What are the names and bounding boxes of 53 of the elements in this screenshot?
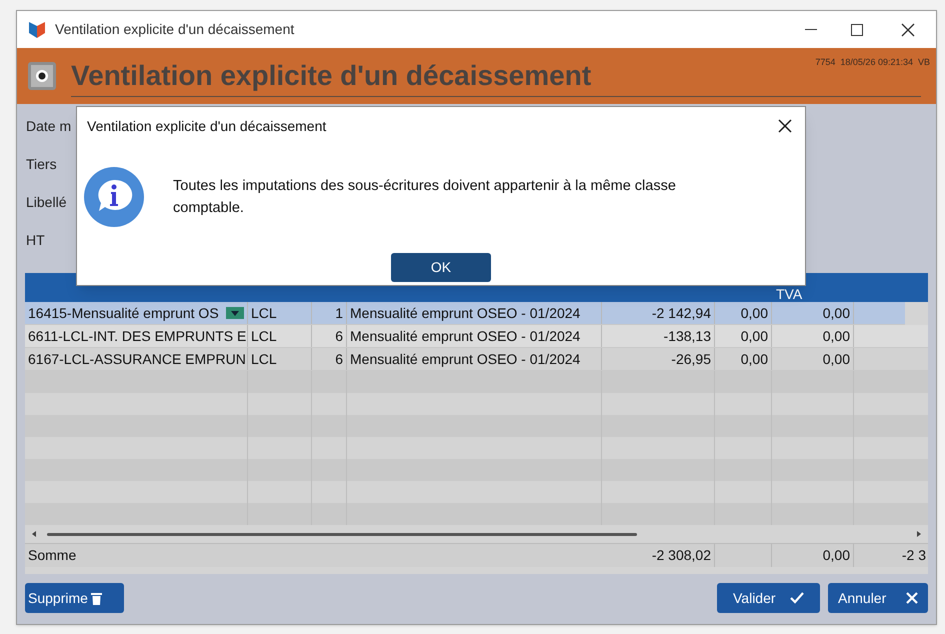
scroll-right-icon[interactable]: [916, 530, 922, 538]
field-label: Date m: [26, 117, 72, 134]
table-cell-text: LCL: [251, 304, 277, 322]
table-cell-text: -2 308,02: [652, 546, 711, 565]
table-cell-text: Mensualité emprunt OSEO - 01/2024: [350, 326, 580, 346]
table-row[interactable]: 16415-Mensualité emprunt OS LCL 1 Mensualité emprunt OSEO - 01/2024 -2 142,94 0,00 0,00: [25, 302, 905, 325]
table-cell-text: 0,00: [822, 326, 850, 346]
table-row[interactable]: 6167-LCL-ASSURANCE EMPRUN LCL 6 Mensualité emprunt OSEO - 01/2024 -26,95 0,00 0,00: [25, 348, 928, 371]
app-logo-icon: [27, 20, 47, 40]
field-label: HT: [26, 231, 45, 248]
table-cell-text: Mensualité emprunt OSEO - 01/2024: [350, 350, 580, 369]
table-cell-text: 0,00: [822, 304, 850, 322]
info-icon: [83, 166, 145, 228]
column-header: TVA: [776, 287, 802, 301]
table-cell-text: 6: [335, 350, 343, 368]
table-cell-text: -2 3: [902, 546, 926, 565]
total-label: Somme: [28, 546, 76, 565]
table-row[interactable]: 6611-LCL-INT. DES EMPRUNTS E LCL 6 Mensualité emprunt OSEO - 01/2024 -138,13 0,00 0,00: [25, 325, 928, 348]
record-info: 7754 18/05/26 09:21:34 VB: [815, 56, 930, 69]
table-cell-text: 0,00: [740, 326, 768, 346]
table-cell-text: 0,00: [822, 546, 850, 565]
dialog-message: Toutes les imputations des sous-écritures doivent appartenir à la même classe comptable.: [173, 177, 677, 218]
table-cell-text: 6167-LCL-ASSURANCE EMPRUN: [28, 350, 246, 368]
dialog-title: Ventilation explicite d'un décaissement: [87, 116, 326, 136]
validate-button[interactable]: Valider: [717, 583, 820, 613]
table-cell-text: 6: [335, 326, 343, 346]
trash-icon: [90, 592, 102, 604]
field-label: Tiers: [26, 155, 57, 172]
table-cell-text: LCL: [251, 326, 277, 346]
dropdown-caret-icon[interactable]: [226, 307, 244, 319]
table-cell-text: -2 142,94: [652, 304, 711, 322]
scroll-left-icon[interactable]: [31, 530, 37, 538]
table-cell-text: 16415-Mensualité emprunt OS: [28, 304, 219, 323]
table-cell-text: Mensualité emprunt OSEO - 01/2024: [350, 304, 580, 323]
table-cell-text: 0,00: [822, 350, 850, 368]
check-icon: [790, 592, 804, 604]
close-icon: [901, 22, 915, 36]
table-cell-text: 0,00: [740, 304, 768, 322]
table-cell-text: LCL: [251, 350, 277, 368]
maximize-icon: [850, 22, 864, 36]
cancel-button[interactable]: Annuler: [828, 583, 928, 613]
close-icon: [906, 592, 918, 604]
table-cell-text: 0,00: [740, 350, 768, 368]
delete-button[interactable]: Supprime: [25, 583, 124, 613]
table-cell-text: -26,95: [671, 350, 711, 368]
table-cell-text: 6611-LCL-INT. DES EMPRUNTS E: [28, 326, 246, 346]
minimize-icon: [805, 29, 817, 30]
ok-button[interactable]: OK: [391, 253, 491, 282]
window-title: Ventilation explicite d'un décaissement: [55, 20, 294, 39]
safe-icon: [27, 61, 57, 91]
field-label: Libellé: [26, 193, 66, 210]
table-cell-text: 1: [335, 304, 343, 322]
table-cell-text: -138,13: [664, 326, 711, 346]
